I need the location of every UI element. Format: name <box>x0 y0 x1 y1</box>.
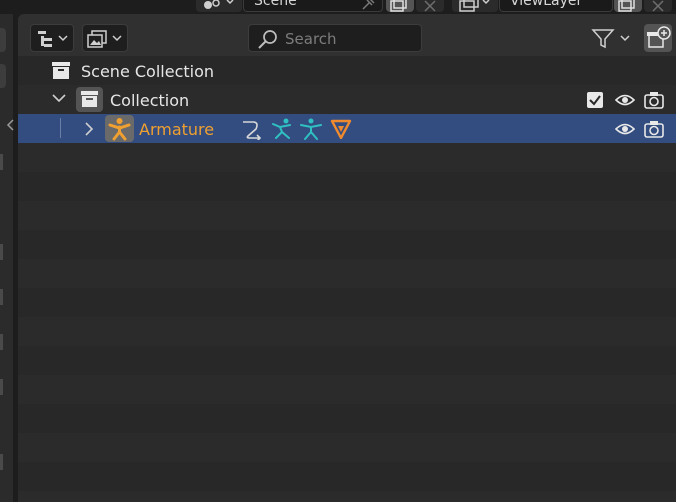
collection-icon-badge <box>76 87 103 112</box>
tree-row-collection[interactable]: Collection <box>18 85 676 114</box>
outliner-editor: Scene Collection Collection Armature <box>18 14 676 502</box>
constraint-icon[interactable] <box>241 118 265 140</box>
camera-icon[interactable] <box>644 120 664 138</box>
outliner-header <box>18 14 676 56</box>
empty-row <box>18 259 676 288</box>
scene-name-field[interactable]: Scene <box>243 0 383 12</box>
checkbox-icon[interactable] <box>587 92 603 108</box>
tree-row-scene-collection[interactable]: Scene Collection <box>18 56 676 85</box>
new-collection-button[interactable] <box>644 24 672 52</box>
viewlayer-icon <box>459 0 490 12</box>
close-icon <box>424 0 436 12</box>
armature-icon-badge <box>105 115 134 142</box>
armature-icon <box>108 118 131 141</box>
left-editor-divider <box>0 289 3 305</box>
left-editor-divider <box>0 454 3 470</box>
empty-row <box>18 201 676 230</box>
empty-row <box>18 172 676 201</box>
left-editor-divider <box>0 334 3 350</box>
filter-dropdown[interactable] <box>588 24 636 52</box>
new-collection-icon <box>647 26 671 48</box>
empty-row <box>18 375 676 404</box>
tree-row-armature[interactable]: Armature <box>18 114 676 143</box>
scene-name-label: Scene <box>254 0 297 9</box>
tree-row-label: Scene Collection <box>81 62 215 81</box>
duplicate-icon <box>390 0 407 12</box>
search-icon <box>258 30 277 49</box>
viewlayer-delete-button[interactable] <box>644 0 672 12</box>
view-layer-mode-dropdown[interactable] <box>82 24 128 52</box>
tree-indent-line <box>60 118 61 138</box>
empty-row <box>18 143 676 172</box>
pose-icon[interactable] <box>270 118 294 140</box>
collection-icon <box>81 91 98 107</box>
left-editor-edge <box>0 14 13 502</box>
display-mode-dropdown[interactable] <box>30 24 74 52</box>
eye-icon[interactable] <box>615 121 635 137</box>
chevron-right-icon[interactable] <box>84 122 94 136</box>
left-editor-divider <box>0 379 3 395</box>
outliner-view-icon <box>38 31 68 47</box>
camera-icon[interactable] <box>644 91 664 109</box>
outliner-tree: Scene Collection Collection Armature <box>18 56 676 502</box>
empty-row <box>18 433 676 462</box>
scene-delete-button[interactable] <box>416 0 444 12</box>
empty-row <box>18 346 676 375</box>
viewlayer-new-button[interactable] <box>614 0 642 12</box>
left-editor-tab[interactable] <box>0 64 6 88</box>
data-icon[interactable] <box>330 119 352 139</box>
eye-icon[interactable] <box>615 92 635 108</box>
empty-row <box>18 317 676 346</box>
scene-new-button[interactable] <box>386 0 414 12</box>
funnel-icon <box>591 29 630 49</box>
empty-row <box>18 462 676 491</box>
bone-icon[interactable] <box>299 118 323 140</box>
empty-row <box>18 288 676 317</box>
left-editor-divider <box>0 154 3 170</box>
region-collapse-icon[interactable] <box>6 118 16 132</box>
duplicate-icon <box>618 0 635 12</box>
viewlayer-browse-button[interactable] <box>452 0 498 12</box>
left-editor-divider <box>0 244 3 260</box>
tree-row-label: Collection <box>110 91 190 110</box>
viewlayer-name-field[interactable]: ViewLayer <box>499 0 613 12</box>
scene-browse-button[interactable] <box>196 0 242 12</box>
empty-row <box>18 491 676 502</box>
close-icon <box>652 0 664 12</box>
tree-row-label: Armature <box>139 120 215 139</box>
chevron-down-icon[interactable] <box>52 93 66 105</box>
empty-row <box>18 230 676 259</box>
left-editor-tab[interactable] <box>0 28 6 52</box>
search-field[interactable] <box>248 24 422 52</box>
viewlayer-name-label: ViewLayer <box>510 0 583 9</box>
scene-icon <box>204 0 234 9</box>
scene-collection-icon <box>52 62 70 79</box>
top-strip: Scene ViewLayer <box>0 0 676 14</box>
pin-icon[interactable] <box>360 0 376 11</box>
search-input[interactable] <box>283 28 417 50</box>
outliner-window: Scene ViewLayer Search Scene Collection … <box>0 0 676 502</box>
image-layers-icon <box>87 30 122 48</box>
empty-row <box>18 404 676 433</box>
